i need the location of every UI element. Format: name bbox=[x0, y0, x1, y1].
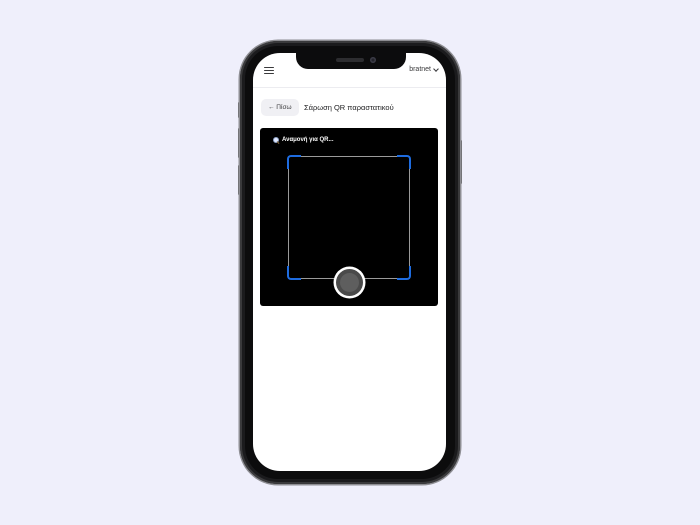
hamburger-menu-icon[interactable] bbox=[264, 67, 274, 75]
phone-screen: bratnet ← Πίσω Σάρωση QR παραστατικού Αν… bbox=[253, 53, 446, 471]
scan-frame-corner-top-right bbox=[397, 155, 411, 169]
qr-scan-frame bbox=[287, 155, 411, 280]
back-button[interactable]: ← Πίσω bbox=[261, 99, 299, 116]
shutter-button[interactable] bbox=[336, 269, 363, 296]
earpiece-speaker bbox=[336, 58, 364, 62]
chevron-down-icon bbox=[433, 65, 439, 72]
account-switcher[interactable]: bratnet bbox=[409, 65, 439, 73]
notch bbox=[296, 53, 406, 69]
device-mockup-stage: bratnet ← Πίσω Σάρωση QR παραστατικού Αν… bbox=[0, 0, 700, 525]
qr-scanner-viewport: Αναμονή για QR... bbox=[260, 128, 438, 306]
front-camera bbox=[370, 57, 376, 63]
scan-frame-corner-bottom-left bbox=[287, 266, 301, 280]
page-title: Σάρωση QR παραστατικού bbox=[304, 103, 394, 112]
scanner-status-text: Αναμονή για QR... bbox=[282, 137, 334, 143]
scanner-status: Αναμονή για QR... bbox=[273, 137, 334, 144]
scan-frame-corner-bottom-right bbox=[397, 266, 411, 280]
magnifier-icon bbox=[273, 137, 280, 144]
scan-frame-corner-top-left bbox=[287, 155, 301, 169]
account-name: bratnet bbox=[409, 66, 431, 73]
shutter-button-icon bbox=[340, 273, 359, 292]
